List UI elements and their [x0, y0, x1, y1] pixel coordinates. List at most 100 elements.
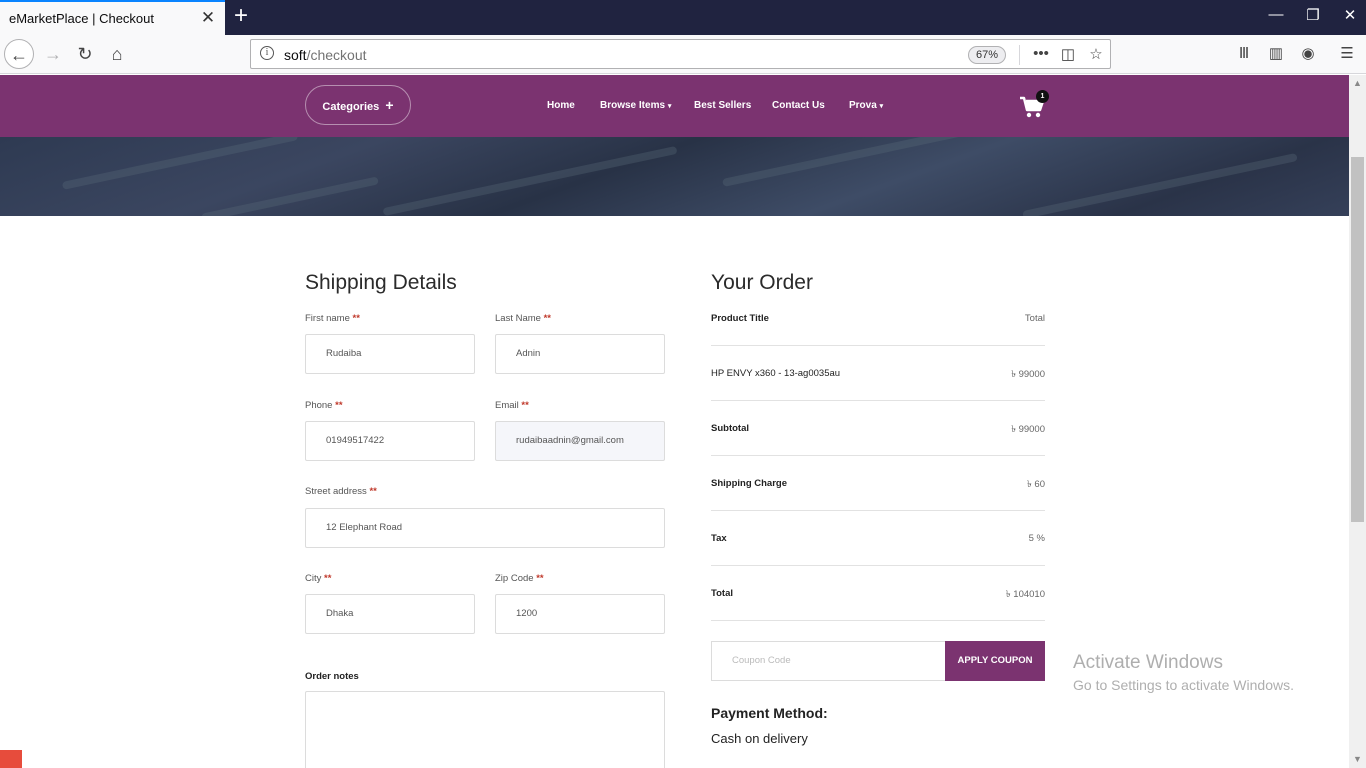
divider	[711, 510, 1045, 511]
street-address-field[interactable]: 12 Elephant Road	[305, 508, 665, 548]
divider	[711, 345, 1045, 346]
total-label: Total	[711, 588, 733, 599]
order-item-price: ৳ 99000	[1011, 369, 1045, 380]
minimize-icon[interactable]: —	[1266, 6, 1286, 23]
tax-label: Tax	[711, 533, 727, 544]
phone-field[interactable]: 01949517422	[305, 421, 475, 461]
required-mark: **	[543, 313, 551, 324]
cart-count-badge: 1	[1036, 90, 1049, 103]
page-content: Categories + Home Browse Items ▾ Best Se…	[0, 75, 1349, 768]
zip-code-label: Zip Code **	[495, 573, 544, 584]
order-notes-textarea[interactable]	[305, 691, 665, 768]
hero-banner-image	[0, 137, 1349, 216]
scroll-down-icon[interactable]: ▼	[1349, 751, 1366, 768]
sidebar-icon[interactable]: ▥	[1266, 44, 1286, 62]
account-icon[interactable]: ◉	[1298, 44, 1318, 62]
taskbar-app-icon[interactable]	[0, 750, 22, 768]
site-navigation: Categories + Home Browse Items ▾ Best Se…	[0, 75, 1349, 137]
close-window-icon[interactable]: ✕	[1340, 6, 1360, 24]
plus-icon: +	[385, 97, 394, 113]
street-address-label-text: Street address	[305, 486, 367, 497]
browser-tab[interactable]: eMarketPlace | Checkout ✕	[0, 0, 225, 35]
page-actions-icon[interactable]: •••	[1031, 45, 1051, 62]
nav-prova-label: Prova	[849, 100, 877, 111]
nav-best-sellers[interactable]: Best Sellers	[694, 100, 751, 111]
divider	[711, 620, 1045, 621]
street-address-label: Street address **	[305, 486, 377, 497]
categories-label: Categories	[322, 101, 380, 113]
nav-home[interactable]: Home	[547, 100, 575, 111]
city-field[interactable]: Dhaka	[305, 594, 475, 634]
nav-contact-us[interactable]: Contact Us	[772, 100, 825, 111]
tax-value: 5 %	[1028, 533, 1045, 544]
divider	[711, 565, 1045, 566]
shipping-charge-label: Shipping Charge	[711, 478, 787, 489]
scroll-up-icon[interactable]: ▲	[1349, 75, 1366, 92]
close-tab-icon[interactable]: ✕	[199, 8, 217, 28]
pocket-icon[interactable]: ◫	[1058, 45, 1078, 63]
caret-down-icon: ▾	[879, 103, 884, 110]
required-mark: **	[352, 313, 360, 324]
payment-method-title: Payment Method:	[711, 705, 828, 721]
scroll-thumb[interactable]	[1351, 157, 1364, 522]
required-mark: **	[536, 573, 544, 584]
email-label-text: Email	[495, 400, 519, 411]
required-mark: **	[335, 400, 343, 411]
subtotal-label: Subtotal	[711, 423, 749, 434]
divider	[711, 400, 1045, 401]
activate-windows-title: Activate Windows	[1073, 652, 1223, 673]
forward-icon[interactable]: →	[38, 39, 68, 69]
shipping-charge-value: ৳ 60	[1027, 479, 1045, 490]
url-path: /checkout	[306, 47, 367, 63]
first-name-label-text: First name	[305, 313, 350, 324]
payment-method-value: Cash on delivery	[711, 731, 808, 746]
first-name-label: First name **	[305, 313, 360, 324]
last-name-label: Last Name **	[495, 313, 551, 324]
city-label-text: City	[305, 573, 322, 584]
url-bar[interactable]: i soft/checkout 67% ••• ◫ ☆	[250, 39, 1111, 69]
nav-contact-us-label: Contact Us	[772, 100, 825, 111]
new-tab-icon[interactable]: +	[230, 2, 252, 30]
nav-browse-items-label: Browse Items	[600, 100, 666, 111]
categories-button[interactable]: Categories +	[305, 85, 411, 125]
zip-code-field[interactable]: 1200	[495, 594, 665, 634]
browser-tab-bar: eMarketPlace | Checkout ✕ + — ❐ ✕	[0, 0, 1366, 35]
url-host: soft	[284, 47, 307, 63]
shipping-details-title: Shipping Details	[305, 271, 457, 294]
order-item-name: HP ENVY x360 - 13-ag0035au	[711, 368, 841, 379]
apply-coupon-button[interactable]: APPLY COUPON	[945, 641, 1045, 681]
nav-home-label: Home	[547, 100, 575, 111]
bookmark-star-icon[interactable]: ☆	[1086, 45, 1106, 63]
zoom-indicator[interactable]: 67%	[968, 46, 1007, 64]
url-divider	[1019, 45, 1020, 65]
nav-prova[interactable]: Prova ▾	[849, 100, 883, 111]
last-name-field[interactable]: Adnin	[495, 334, 665, 374]
tab-title: eMarketPlace | Checkout	[9, 11, 154, 26]
reload-icon[interactable]: ↻	[70, 39, 100, 69]
zip-code-label-text: Zip Code	[495, 573, 534, 584]
nav-browse-items[interactable]: Browse Items ▾	[600, 100, 671, 111]
url-text: soft/checkout	[284, 47, 367, 63]
product-title-header: Product Title	[711, 313, 769, 324]
library-icon[interactable]: Ⅲ	[1234, 44, 1254, 62]
home-icon[interactable]: ⌂	[102, 39, 132, 69]
page-scrollbar[interactable]: ▲ ▼	[1349, 75, 1366, 768]
email-field[interactable]: rudaibaadnin@gmail.com	[495, 421, 665, 461]
browser-toolbar: ← → ↻ ⌂ i soft/checkout 67% ••• ◫ ☆ Ⅲ ▥ …	[0, 35, 1366, 74]
email-label: Email **	[495, 400, 529, 411]
first-name-field[interactable]: Rudaiba	[305, 334, 475, 374]
back-icon[interactable]: ←	[4, 39, 34, 69]
your-order-title: Your Order	[711, 271, 813, 294]
phone-label: Phone **	[305, 400, 343, 411]
divider	[711, 455, 1045, 456]
menu-icon[interactable]: ☰	[1337, 44, 1357, 62]
phone-label-text: Phone	[305, 400, 333, 411]
activate-windows-subtitle: Go to Settings to activate Windows.	[1073, 677, 1294, 693]
site-info-icon[interactable]: i	[260, 46, 274, 60]
last-name-label-text: Last Name	[495, 313, 541, 324]
coupon-code-input[interactable]: Coupon Code	[711, 641, 945, 681]
restore-icon[interactable]: ❐	[1303, 6, 1323, 24]
required-mark: **	[369, 486, 377, 497]
required-mark: **	[324, 573, 332, 584]
total-header: Total	[1024, 313, 1045, 324]
